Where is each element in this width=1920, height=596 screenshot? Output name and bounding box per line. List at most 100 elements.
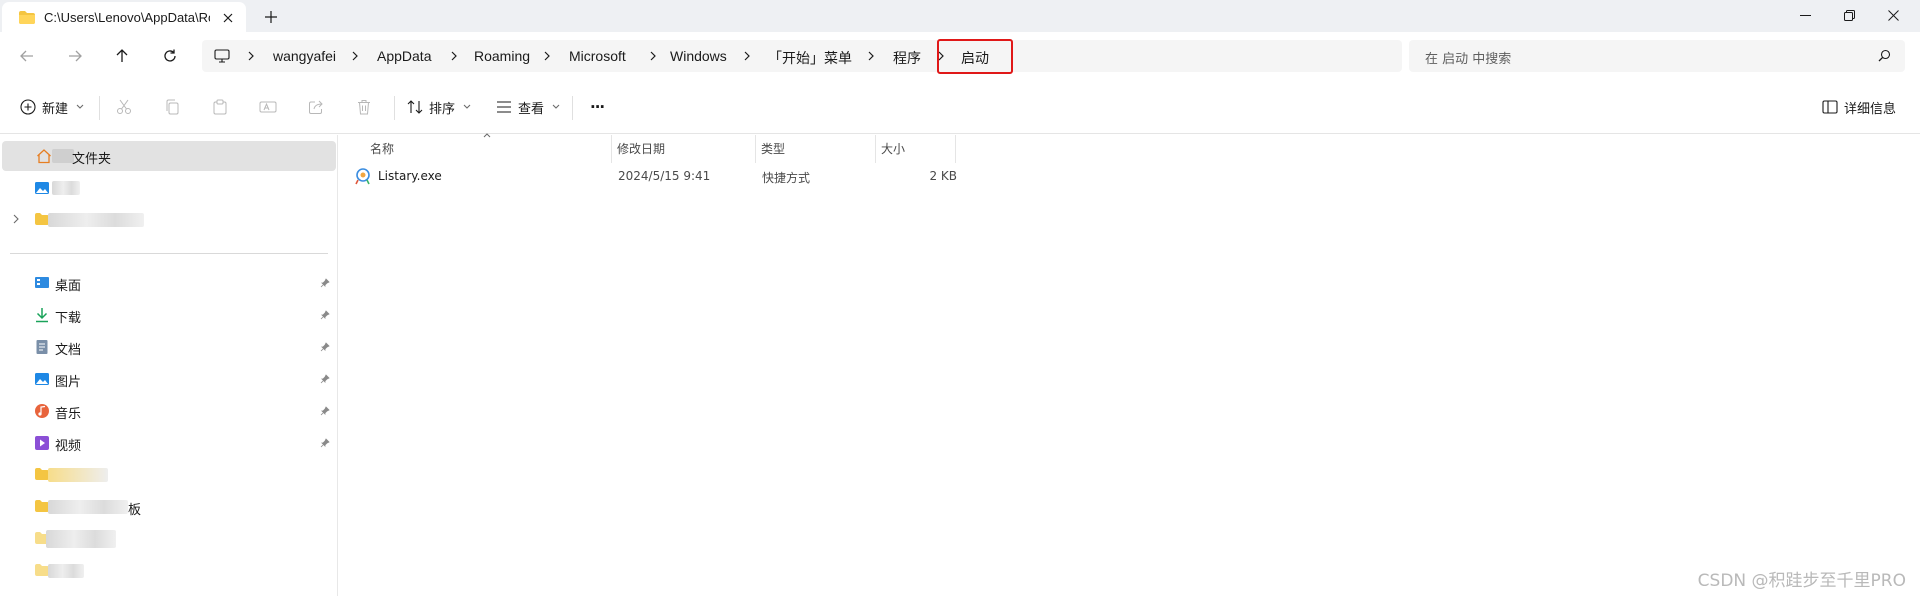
pin-icon[interactable]: [320, 310, 330, 320]
delete-icon[interactable]: [354, 97, 374, 117]
address-bar[interactable]: wangyafei AppData Roaming Microsoft Wind…: [202, 40, 1402, 72]
sidebar-item-downloads[interactable]: 下载: [0, 300, 336, 330]
paste-icon[interactable]: [210, 97, 230, 117]
address-row: wangyafei AppData Roaming Microsoft Wind…: [0, 32, 1920, 80]
breadcrumb-microsoft[interactable]: Microsoft: [569, 48, 626, 64]
more-label: ···: [590, 98, 605, 116]
pin-icon[interactable]: [320, 278, 330, 288]
sidebar-item-pictures[interactable]: 图片: [0, 364, 336, 394]
restore-button[interactable]: [1826, 0, 1872, 30]
toolbar-divider: [572, 96, 573, 120]
cut-icon[interactable]: [114, 97, 134, 117]
sidebar-item-label: 文档: [55, 343, 82, 358]
chevron-right-icon: [648, 51, 658, 61]
sidebar-item-music[interactable]: 音乐: [0, 396, 336, 426]
more-options-button[interactable]: ···: [590, 95, 605, 119]
new-label: 新建: [42, 101, 69, 117]
sidebar-item-folder[interactable]: [0, 556, 336, 586]
back-button[interactable]: [15, 44, 39, 68]
add-icon: [20, 99, 36, 115]
chevron-right-icon: [449, 51, 459, 61]
home-icon: [36, 148, 52, 164]
column-header-type[interactable]: 类型: [761, 140, 785, 162]
file-date: 2024/5/15 9:41: [618, 169, 711, 183]
redacted-text: [48, 500, 128, 514]
column-divider[interactable]: [955, 135, 956, 163]
column-header-size[interactable]: 大小: [881, 140, 905, 162]
sidebar-item-onedrive[interactable]: [0, 205, 336, 235]
sidebar-item-folder[interactable]: [0, 524, 336, 554]
download-icon: [34, 307, 50, 323]
chevron-right-icon: [542, 51, 552, 61]
chevron-down-icon: [463, 104, 471, 110]
column-header-date[interactable]: 修改日期: [617, 140, 665, 162]
share-icon[interactable]: [306, 97, 326, 117]
sidebar-item-videos[interactable]: 视频: [0, 428, 336, 458]
breadcrumb-programs[interactable]: 程序: [893, 48, 921, 68]
minimize-button[interactable]: [1782, 0, 1828, 30]
column-divider[interactable]: [875, 135, 876, 163]
pin-icon[interactable]: [320, 342, 330, 352]
new-button[interactable]: 新建: [20, 95, 84, 119]
column-divider[interactable]: [611, 135, 612, 163]
pictures-icon: [34, 371, 50, 387]
breadcrumb-roaming[interactable]: Roaming: [474, 48, 530, 64]
toolbar-divider: [99, 96, 100, 120]
music-icon: [34, 403, 50, 419]
forward-button[interactable]: [63, 44, 87, 68]
pin-icon[interactable]: [320, 374, 330, 384]
copy-icon[interactable]: [162, 97, 182, 117]
rename-icon[interactable]: [258, 97, 278, 117]
search-input[interactable]: 在 启动 中搜索: [1409, 40, 1905, 72]
chevron-right-icon[interactable]: [12, 214, 20, 224]
refresh-button[interactable]: [158, 44, 182, 68]
details-label: 详细信息: [1844, 101, 1897, 117]
sidebar-item-folder[interactable]: 板: [0, 492, 336, 522]
pin-icon[interactable]: [320, 406, 330, 416]
file-type: 快捷方式: [762, 171, 811, 185]
close-window-button[interactable]: [1870, 0, 1916, 30]
documents-icon: [34, 339, 50, 355]
close-tab-icon[interactable]: [218, 8, 238, 28]
tab-current-folder[interactable]: C:\Users\Lenovo\AppData\Roaming: [2, 2, 246, 32]
breadcrumb-appdata[interactable]: AppData: [377, 48, 431, 64]
up-button[interactable]: [110, 44, 134, 68]
file-list: 名称 修改日期 类型 大小 Listary.exe 2024/5/15 9:41…: [339, 133, 1920, 596]
breadcrumb-start-menu[interactable]: 「开始」菜单: [768, 48, 852, 68]
chevron-right-icon: [246, 51, 256, 61]
sidebar-item-documents[interactable]: 文档: [0, 332, 336, 362]
chevron-down-icon: [552, 104, 560, 110]
new-tab-button[interactable]: [260, 6, 282, 28]
pin-icon[interactable]: [320, 438, 330, 448]
sidebar-item-gallery[interactable]: [0, 173, 336, 203]
listary-app-icon: [355, 168, 371, 186]
sidebar-item-folder[interactable]: [0, 460, 336, 490]
column-divider[interactable]: [755, 135, 756, 163]
redacted-text: [48, 468, 108, 482]
gallery-icon: [34, 180, 50, 196]
column-header-name[interactable]: 名称: [370, 140, 394, 162]
watermark: CSDN @积跬步至千里PRO: [1697, 571, 1906, 591]
sidebar-divider: [10, 253, 328, 254]
breadcrumb-windows[interactable]: Windows: [670, 48, 727, 64]
sidebar-item-home[interactable]: 文件夹: [2, 141, 336, 171]
sort-icon: [407, 99, 423, 115]
chevron-right-icon: [350, 51, 360, 61]
sidebar-item-desktop[interactable]: 桌面: [0, 268, 336, 298]
view-button[interactable]: 查看: [496, 95, 560, 119]
sidebar-item-label: 图片: [55, 375, 82, 390]
chevron-right-icon: [742, 51, 752, 61]
navigation-pane: 文件夹 桌面 下载 文档 图片 音乐 视频 板: [0, 135, 338, 596]
chevron-down-icon: [76, 104, 84, 110]
sort-button[interactable]: 排序: [407, 95, 471, 119]
breadcrumb-wangyafei[interactable]: wangyafei: [273, 48, 336, 64]
table-row[interactable]: Listary.exe 2024/5/15 9:41 快捷方式 2 KB: [339, 165, 957, 189]
videos-icon: [34, 435, 50, 451]
view-label: 查看: [518, 101, 545, 117]
sidebar-item-label: 下载: [55, 311, 82, 326]
redacted-text: [48, 213, 144, 227]
details-pane-button[interactable]: 详细信息: [1822, 95, 1896, 119]
redacted-text: [46, 530, 116, 548]
sort-ascending-icon: [483, 133, 491, 138]
toolbar-divider: [394, 96, 395, 120]
